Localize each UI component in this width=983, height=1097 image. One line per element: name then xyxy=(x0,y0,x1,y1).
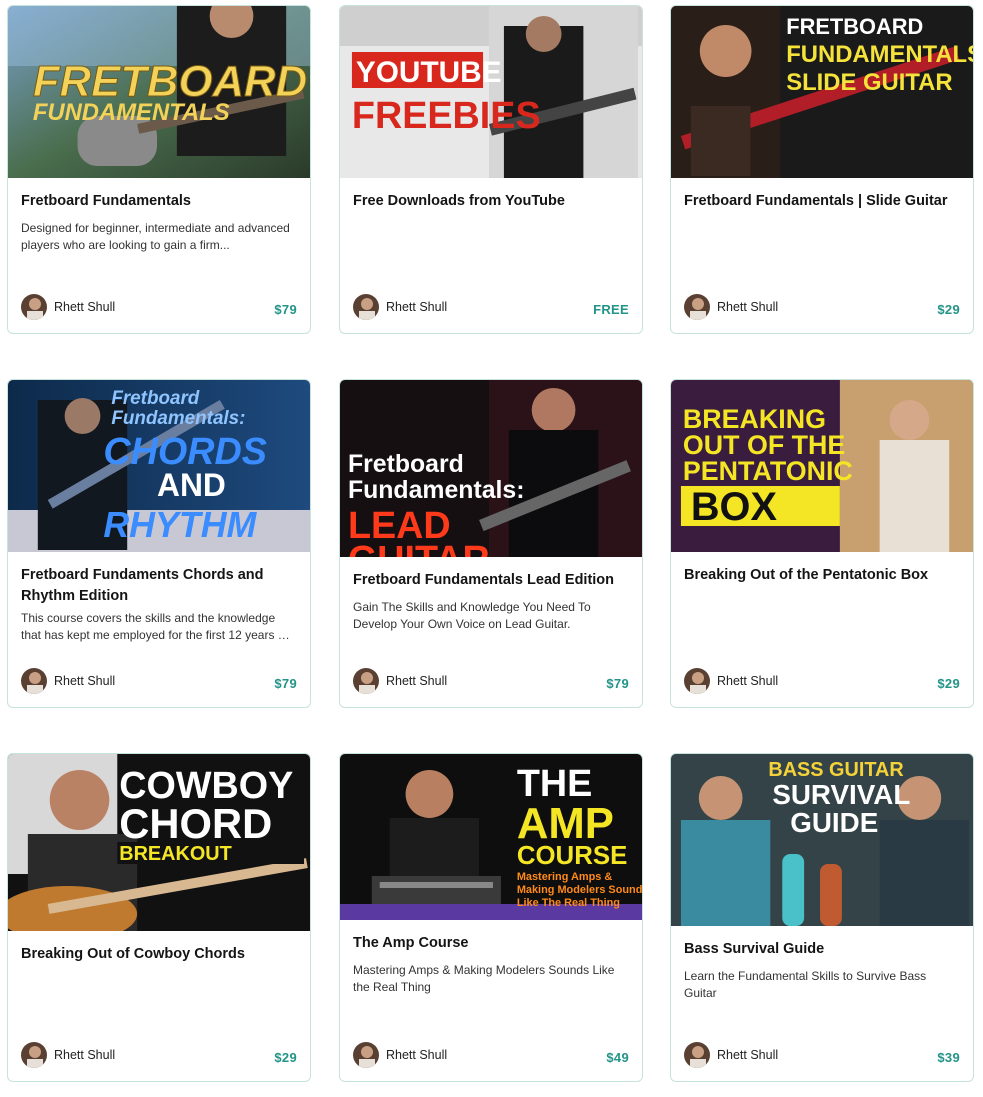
thumb-line1: BASS GUITAR xyxy=(768,759,903,781)
course-card-amp-course[interactable]: THE AMP COURSE Mastering Amps & Making M… xyxy=(339,753,643,1082)
author-name: Rhett Shull xyxy=(54,1048,116,1062)
thumb-line2: FUNDAMENTALS: xyxy=(786,41,973,68)
author-avatar xyxy=(21,294,47,320)
course-thumbnail[interactable]: BASS GUITAR SURVIVAL GUIDE xyxy=(671,754,973,926)
author-avatar xyxy=(684,668,710,694)
thumb-line3: PENTATONIC xyxy=(683,456,853,486)
thumb-line4: BOX xyxy=(691,485,778,529)
author-name: Rhett Shull xyxy=(386,300,448,314)
author-name: Rhett Shull xyxy=(717,1048,779,1062)
author-avatar xyxy=(353,668,379,694)
course-price: $79 xyxy=(606,676,629,691)
course-title[interactable]: Fretboard Fundamentals Lead Edition xyxy=(353,570,630,591)
course-description: Learn the Fundamental Skills to Survive … xyxy=(684,969,927,1000)
thumb-line4: GUITAR xyxy=(348,539,490,557)
course-description: Designed for beginner, intermediate and … xyxy=(21,221,290,252)
course-price: FREE xyxy=(593,302,629,317)
thumb-line3: COURSE xyxy=(517,842,627,870)
course-card-slide-guitar[interactable]: FRETBOARD FUNDAMENTALS: SLIDE GUITAR Fre… xyxy=(670,5,974,334)
course-title[interactable]: The Amp Course xyxy=(353,933,630,954)
course-price: $29 xyxy=(937,302,960,317)
course-price: $79 xyxy=(274,676,297,691)
course-thumbnail[interactable]: FRETBOARD FUNDAMENTALS: SLIDE GUITAR xyxy=(671,6,973,178)
course-title[interactable]: Bass Survival Guide xyxy=(684,939,961,960)
course-card-chords-rhythm[interactable]: Fretboard Fundamentals: CHORDS AND RHYTH… xyxy=(7,379,311,708)
course-title[interactable]: Fretboard Fundamentals | Slide Guitar xyxy=(684,191,961,212)
course-card-lead-edition[interactable]: Fretboard Fundamentals: LEAD GUITAR Fret… xyxy=(339,379,643,708)
course-author: Rhett Shull xyxy=(684,668,778,694)
author-avatar xyxy=(684,1042,710,1068)
thumb-line2: CHORD xyxy=(119,800,272,847)
author-avatar xyxy=(353,1042,379,1068)
thumb-line5: Making Modelers Sound xyxy=(517,884,642,896)
author-name: Rhett Shull xyxy=(386,674,448,688)
course-title[interactable]: Breaking Out of Cowboy Chords xyxy=(21,944,298,965)
course-description: Mastering Amps & Making Modelers Sounds … xyxy=(353,963,615,994)
author-name: Rhett Shull xyxy=(386,1048,448,1062)
course-card-bass-survival[interactable]: BASS GUITAR SURVIVAL GUIDE Bass Survival… xyxy=(670,753,974,1082)
thumb-line6: Like The Real Thing xyxy=(517,897,620,909)
thumb-line5: RHYTHM xyxy=(103,505,257,545)
course-title[interactable]: Breaking Out of the Pentatonic Box xyxy=(684,565,961,586)
thumb-line2: FREEBIES xyxy=(352,95,541,137)
author-name: Rhett Shull xyxy=(54,674,116,688)
course-author: Rhett Shull xyxy=(684,1042,778,1068)
course-thumbnail[interactable]: FRETBOARD FUNDAMENTALS xyxy=(8,6,310,178)
course-thumbnail[interactable]: Fretboard Fundamentals: CHORDS AND RHYTH… xyxy=(8,380,310,552)
thumb-line3: SLIDE GUITAR xyxy=(786,69,952,96)
course-thumbnail[interactable]: BREAKING OUT OF THE PENTATONIC BOX xyxy=(671,380,973,552)
thumb-line1: Fretboard xyxy=(348,450,464,478)
course-description: Gain The Skills and Knowledge You Need T… xyxy=(353,600,591,631)
course-title[interactable]: Fretboard Fundamentals xyxy=(21,191,298,212)
thumb-line2: AMP xyxy=(517,799,614,848)
course-card-youtube-freebies[interactable]: YOUTUBE FREEBIES Free Downloads from You… xyxy=(339,5,643,334)
course-card-fretboard-fundamentals[interactable]: FRETBOARD FUNDAMENTALS Fretboard Fundame… xyxy=(7,5,311,334)
author-name: Rhett Shull xyxy=(54,300,116,314)
course-price: $29 xyxy=(274,1050,297,1065)
author-name: Rhett Shull xyxy=(717,300,779,314)
thumb-line1: YOUTUBE xyxy=(356,56,502,89)
thumb-line1: FRETBOARD xyxy=(786,14,923,39)
course-thumbnail[interactable]: THE AMP COURSE Mastering Amps & Making M… xyxy=(340,754,642,920)
course-description: This course covers the skills and the kn… xyxy=(21,611,288,642)
thumb-line3: GUIDE xyxy=(790,807,878,838)
course-author: Rhett Shull xyxy=(353,668,447,694)
course-author: Rhett Shull xyxy=(353,1042,447,1068)
thumb-line4: Mastering Amps & xyxy=(517,871,613,883)
thumb-line4: AND xyxy=(157,467,226,503)
thumb-line2: Fundamentals: xyxy=(348,476,525,504)
author-name: Rhett Shull xyxy=(717,674,779,688)
thumb-line2: Fundamentals: xyxy=(111,408,245,429)
course-author: Rhett Shull xyxy=(21,1042,115,1068)
course-price: $49 xyxy=(606,1050,629,1065)
author-avatar xyxy=(684,294,710,320)
author-avatar xyxy=(21,668,47,694)
author-avatar xyxy=(353,294,379,320)
course-price: $39 xyxy=(937,1050,960,1065)
thumb-line3: BREAKOUT xyxy=(119,843,232,865)
course-thumbnail[interactable]: Fretboard Fundamentals: LEAD GUITAR xyxy=(340,380,642,557)
course-thumbnail[interactable]: COWBOY CHORD BREAKOUT xyxy=(8,754,310,931)
course-price: $79 xyxy=(274,302,297,317)
course-author: Rhett Shull xyxy=(21,668,115,694)
course-price: $29 xyxy=(937,676,960,691)
author-avatar xyxy=(21,1042,47,1068)
course-card-pentatonic-box[interactable]: BREAKING OUT OF THE PENTATONIC BOX Break… xyxy=(670,379,974,708)
course-card-cowboy-chords[interactable]: COWBOY CHORD BREAKOUT Breaking Out of Co… xyxy=(7,753,311,1082)
course-author: Rhett Shull xyxy=(684,294,778,320)
course-author: Rhett Shull xyxy=(353,294,447,320)
course-title[interactable]: Fretboard Fundaments Chords and Rhythm E… xyxy=(21,565,298,607)
thumb-line1: Fretboard xyxy=(111,388,199,409)
course-thumbnail[interactable]: YOUTUBE FREEBIES xyxy=(340,6,642,178)
course-author: Rhett Shull xyxy=(21,294,115,320)
course-title[interactable]: Free Downloads from YouTube xyxy=(353,191,630,212)
thumb-line2: SURVIVAL xyxy=(772,779,910,810)
thumb-line2: FUNDAMENTALS xyxy=(33,99,230,126)
